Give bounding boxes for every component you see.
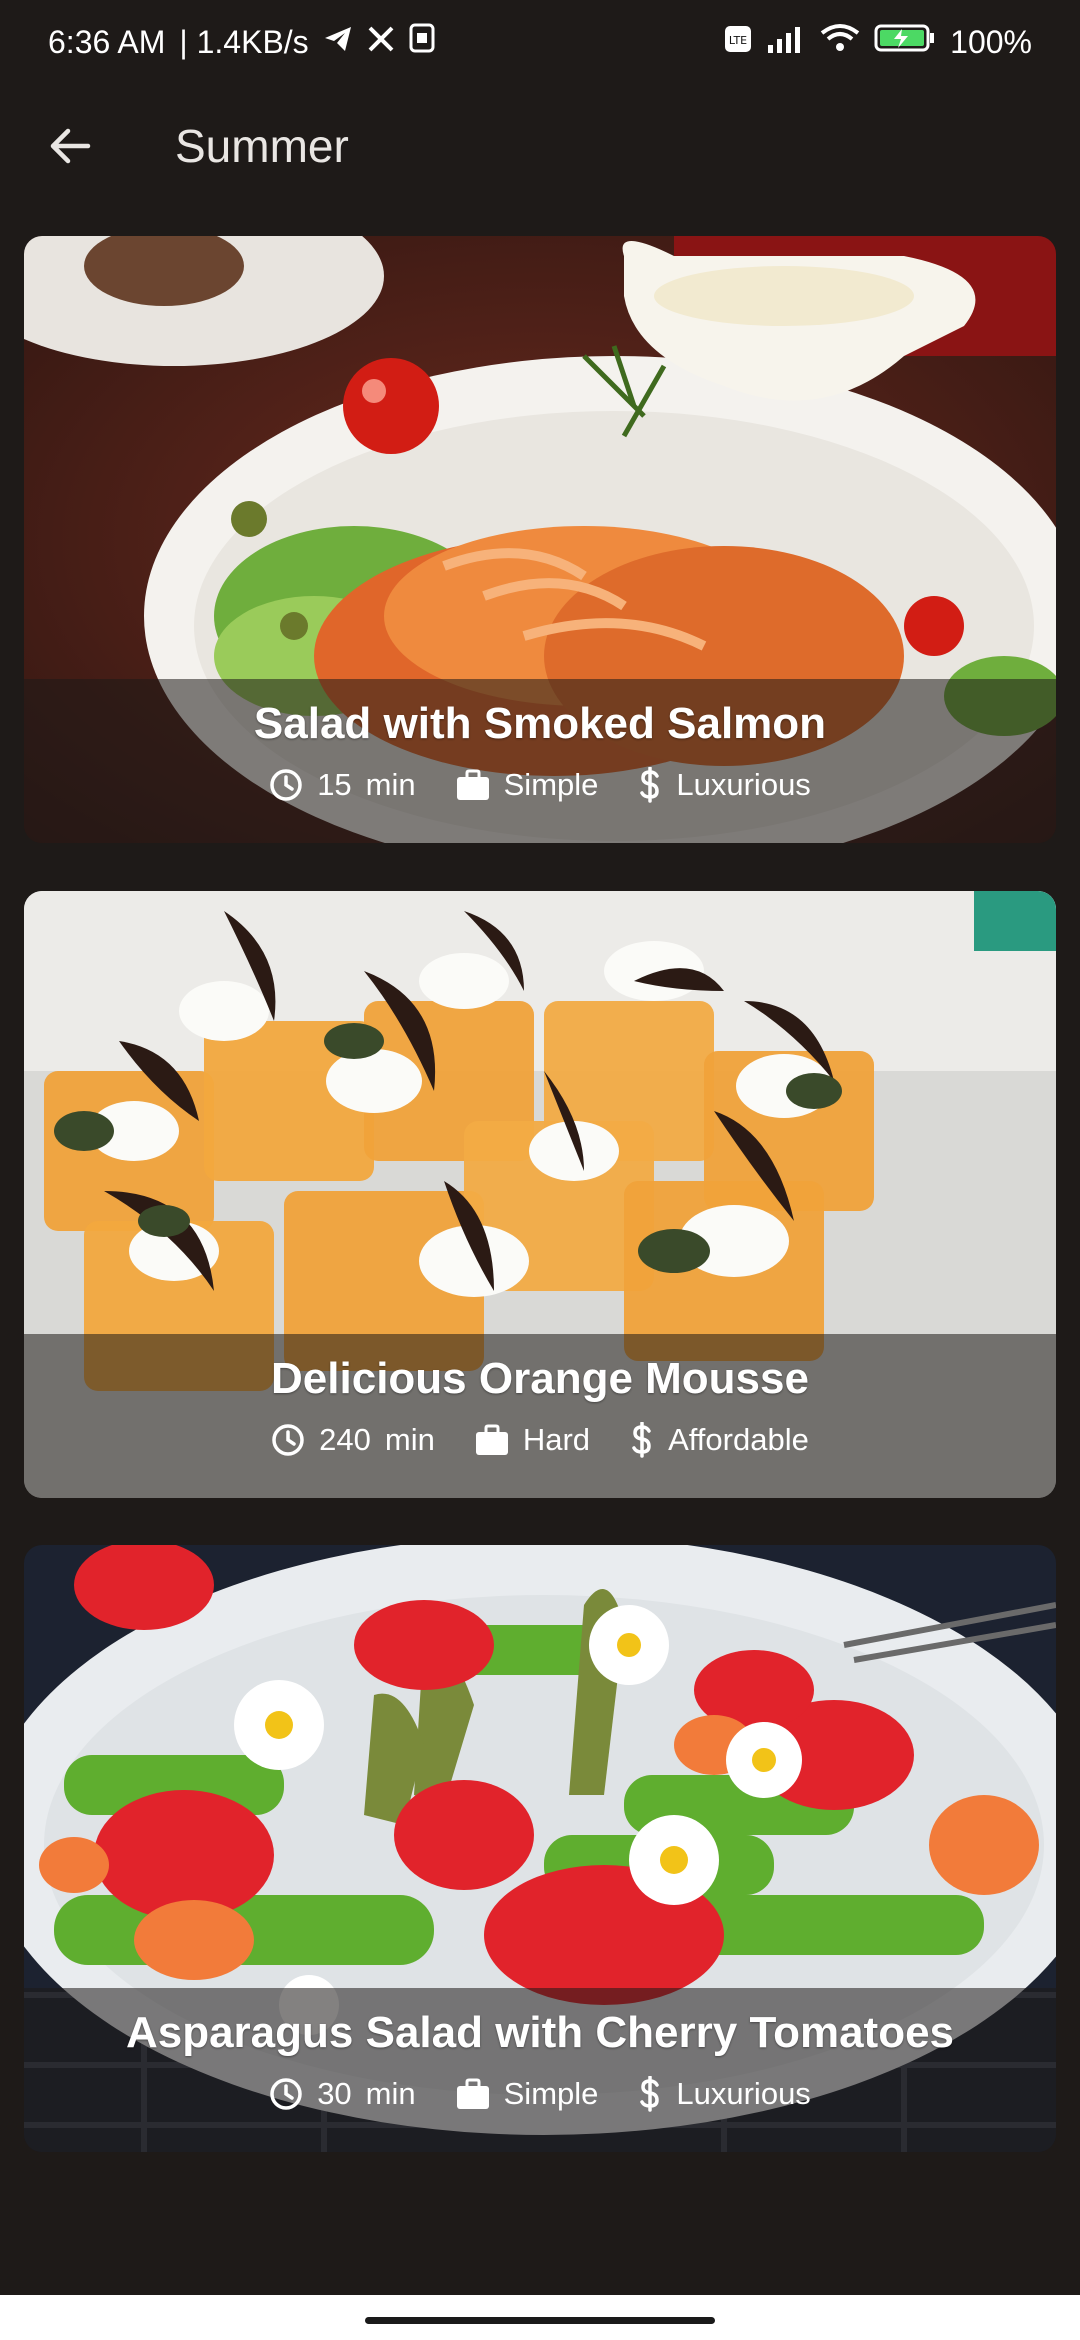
clock-icon — [270, 769, 302, 801]
dollar-icon — [640, 2076, 660, 2112]
telegram-icon — [323, 24, 353, 61]
meal-title: Salad with Smoked Salmon — [253, 699, 827, 748]
meal-affordability: Luxurious — [638, 2076, 811, 2112]
meal-duration: 240 min — [271, 1422, 435, 1458]
meal-card-overlay: Delicious Orange Mousse 240 min Hard Aff… — [24, 1334, 1056, 1498]
meal-card-overlay: Salad with Smoked Salmon 15 min Simple L… — [24, 679, 1056, 843]
meal-affordability: Affordable — [630, 1422, 809, 1458]
x-icon — [367, 24, 395, 61]
home-gesture-bar[interactable] — [365, 2317, 715, 2324]
status-time: 6:36 AM — [48, 23, 166, 60]
meal-title: Asparagus Salad with Cherry Tomatoes — [125, 2008, 955, 2057]
duration-value: 15 — [317, 767, 352, 802]
affordability-label: Affordable — [668, 1422, 809, 1457]
meal-card-3[interactable]: Asparagus Salad with Cherry Tomatoes 30 … — [24, 1545, 1056, 2152]
complexity-label: Hard — [522, 1422, 591, 1457]
meal-complexity: Hard — [475, 1422, 590, 1458]
briefcase-icon — [456, 769, 489, 800]
duration-unit: min — [365, 2076, 416, 2111]
meal-duration: 15 min — [269, 767, 416, 803]
affordability-label: Luxurious — [676, 2076, 811, 2111]
status-bar: 6:36 AM | 1.4KB/s LTE 100% — [0, 0, 1080, 84]
duration-value: 30 — [317, 2076, 352, 2111]
status-right: LTE 100% — [724, 23, 1032, 61]
sim-icon — [409, 23, 435, 61]
status-left: 6:36 AM | 1.4KB/s — [48, 23, 435, 61]
signal-icon — [766, 24, 806, 61]
meal-complexity: Simple — [456, 767, 599, 803]
meal-card-2[interactable]: Delicious Orange Mousse 240 min Hard Aff… — [24, 891, 1056, 1498]
meal-card-overlay: Asparagus Salad with Cherry Tomatoes 30 … — [24, 1988, 1056, 2152]
meal-meta: 30 min Simple Luxurious — [269, 2076, 811, 2112]
complexity-label: Simple — [503, 767, 599, 802]
meal-title: Delicious Orange Mousse — [271, 1354, 809, 1403]
clock-icon — [270, 2078, 302, 2110]
affordability-label: Luxurious — [676, 767, 811, 802]
battery-percent: 100% — [950, 23, 1032, 60]
svg-text:LTE: LTE — [729, 34, 747, 47]
duration-unit: min — [365, 767, 416, 802]
meal-card-1[interactable]: Salad with Smoked Salmon 15 min Simple L… — [24, 236, 1056, 843]
duration-value: 240 — [319, 1422, 371, 1457]
arrow-left-icon — [50, 128, 91, 164]
complexity-label: Simple — [503, 2076, 599, 2111]
duration-unit: min — [384, 1422, 435, 1457]
page-title: Summer — [175, 120, 349, 172]
briefcase-icon — [475, 1424, 508, 1455]
clock-icon — [272, 1424, 304, 1456]
meal-meta: 240 min Hard Affordable — [271, 1422, 809, 1458]
dollar-icon — [640, 767, 660, 803]
dollar-icon — [632, 1422, 651, 1458]
battery-icon — [874, 23, 936, 61]
meal-complexity: Simple — [456, 2076, 599, 2112]
volte-icon: LTE — [724, 24, 752, 61]
meal-affordability: Luxurious — [638, 767, 811, 803]
briefcase-icon — [456, 2078, 489, 2109]
meal-duration: 30 min — [269, 2076, 416, 2112]
meal-meta: 15 min Simple Luxurious — [269, 767, 811, 803]
status-network-speed: | 1.4KB/s — [179, 23, 309, 60]
back-button[interactable] — [20, 96, 120, 196]
app-bar: Summer — [0, 96, 1080, 196]
wifi-icon — [820, 23, 860, 61]
